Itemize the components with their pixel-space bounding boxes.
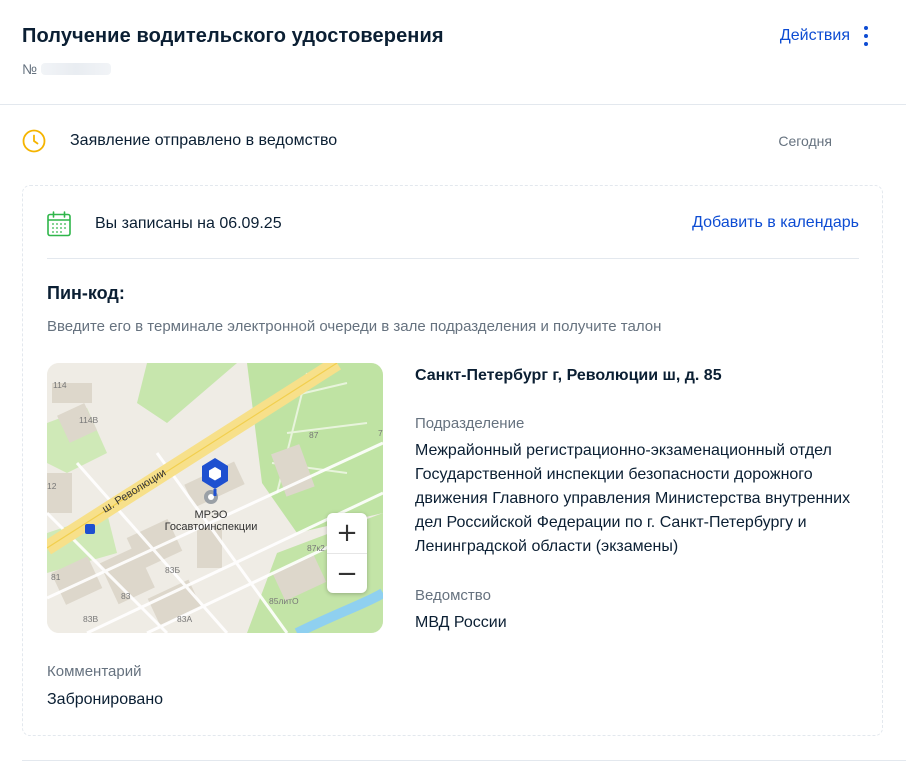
poi-label-line2: Госавтоинспекции bbox=[165, 521, 258, 533]
office-address: Санкт-Петербург г, Революции ш, д. 85 bbox=[415, 367, 722, 384]
department-label: Ведомство bbox=[415, 587, 491, 604]
status-row: Заявление отправлено в ведомство Сегодня bbox=[22, 126, 882, 156]
appointment-row: Вы записаны на 06.09.25 Добавить в кален… bbox=[47, 210, 859, 238]
house-label: 87к2 bbox=[307, 543, 325, 553]
calendar-icon bbox=[47, 211, 71, 237]
office-info: Санкт-Петербург г, Революции ш, д. 85 По… bbox=[415, 365, 855, 631]
house-label: 81 bbox=[51, 572, 61, 582]
house-label: 83 bbox=[121, 591, 131, 601]
comment-value: Забронировано bbox=[47, 691, 164, 708]
zoom-controls: + − bbox=[327, 513, 367, 593]
house-label: 114 bbox=[53, 380, 67, 390]
house-label: 7 bbox=[378, 428, 383, 438]
actions-label: Действия bbox=[779, 27, 850, 44]
pin-title: Пин-код: bbox=[47, 283, 125, 303]
transit-icon bbox=[85, 524, 95, 534]
house-label: 83Б bbox=[165, 565, 180, 575]
page-title: Получение водительского удостоверения bbox=[22, 25, 444, 47]
division-value: Межрайонный регистрационно-экзаменационн… bbox=[415, 442, 851, 555]
appointment-card: Вы записаны на 06.09.25 Добавить в кален… bbox=[22, 185, 883, 736]
comment-label: Комментарий bbox=[47, 663, 142, 680]
number-redacted bbox=[41, 63, 112, 75]
number-prefix: № bbox=[22, 61, 38, 77]
division-label: Подразделение bbox=[415, 415, 525, 432]
actions-button[interactable]: Действия bbox=[780, 24, 872, 48]
zoom-out-button[interactable]: − bbox=[327, 553, 367, 593]
house-label: 114В bbox=[79, 415, 99, 425]
application-number: № bbox=[22, 61, 112, 77]
house-label: 83А bbox=[177, 614, 192, 624]
divider bbox=[47, 258, 859, 259]
poi-label-line1: МРЭО bbox=[195, 509, 228, 521]
map[interactable]: ш. Революции 114 114В 87 7 12 87к2 81 83… bbox=[47, 363, 383, 633]
page-header: Получение водительского удостоверения № … bbox=[0, 0, 906, 105]
appointment-text: Вы записаны на 06.09.25 bbox=[95, 215, 282, 232]
bottom-divider bbox=[22, 760, 906, 761]
status-date: Сегодня bbox=[778, 133, 832, 149]
house-label: 87 bbox=[309, 430, 319, 440]
house-label: 12 bbox=[47, 481, 57, 491]
add-to-calendar-link[interactable]: Добавить в календарь bbox=[692, 214, 859, 232]
house-label: 83В bbox=[83, 614, 98, 624]
status-text: Заявление отправлено в ведомство bbox=[70, 132, 338, 149]
house-label: 85литО bbox=[269, 596, 299, 606]
department-value: МВД России bbox=[415, 614, 507, 631]
zoom-in-button[interactable]: + bbox=[327, 513, 367, 553]
clock-icon bbox=[22, 129, 46, 153]
more-vertical-icon bbox=[860, 24, 872, 48]
pin-hint: Введите его в терминале электронной очер… bbox=[47, 318, 662, 335]
